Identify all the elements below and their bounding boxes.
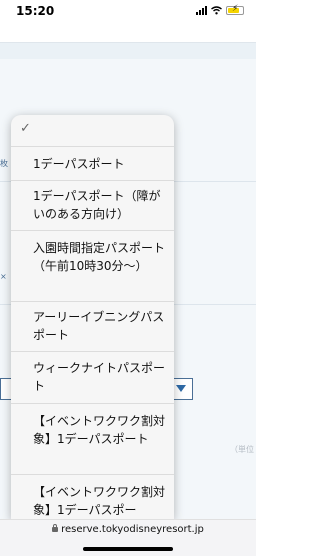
url-row: reserve.tokyodisneyresort.jp (0, 524, 256, 535)
dropdown-option-1day[interactable]: 1デーパスポート (11, 147, 174, 181)
status-time: 15:20 (16, 4, 55, 18)
dropdown-option-label: 1デーパスポート (33, 157, 125, 171)
dropdown-option-label: ウィークナイトパスポート (33, 361, 166, 393)
unit-note: （単位 (230, 445, 254, 454)
lock-icon (52, 524, 59, 532)
dropdown-option-label: 1デーパスポート（障がいのある方向け） (33, 189, 161, 221)
dropdown-option-event-1day[interactable]: 【イベントワクワク割対象】1デーパスポート (11, 404, 174, 475)
ticket-type-dropdown-menu: ✓ 1デーパスポート 1デーパスポート（障がいのある方向け） 入園時間指定パスポ… (11, 115, 174, 519)
dropdown-option-early-evening[interactable]: アーリーイブニングパスポート (11, 302, 174, 352)
page-header-band (0, 24, 256, 43)
chevron-down-icon (176, 385, 186, 392)
url-text: reserve.tokyodisneyresort.jp (61, 524, 204, 535)
dropdown-option-label: 【イベントワクワク割対象】1デーパスポート (33, 414, 166, 446)
dropdown-option-event-1day-2[interactable]: 【イベントワクワク割対象】1デーパスポー (11, 475, 174, 519)
dropdown-option-entry-time[interactable]: 入園時間指定パスポート（午前10時30分〜） (11, 231, 174, 302)
quantity-unit-label: 枚 (0, 159, 8, 168)
wifi-icon (211, 6, 222, 15)
home-indicator[interactable] (83, 547, 173, 551)
battery-charging-icon: ⚡ (226, 4, 244, 15)
status-icons: ⚡ (196, 4, 244, 15)
dropdown-option-label: 入園時間指定パスポート（午前10時30分〜） (33, 241, 166, 273)
dropdown-option-label: 【イベントワクワク割対象】1デーパスポー (33, 485, 166, 517)
dropdown-option-selected[interactable]: ✓ (11, 115, 174, 147)
signal-icon (196, 6, 207, 15)
browser-address-bar[interactable]: reserve.tokyodisneyresort.jp (0, 519, 256, 556)
dropdown-option-label: アーリーイブニングパスポート (33, 310, 165, 342)
checkmark-icon: ✓ (20, 121, 31, 136)
dropdown-option-1day-disability[interactable]: 1デーパスポート（障がいのある方向け） (11, 181, 174, 231)
multiply-sign: × (0, 272, 7, 281)
status-bar: 15:20 ⚡ (0, 0, 256, 24)
dropdown-option-weeknight[interactable]: ウィークナイトパスポート (11, 352, 174, 404)
